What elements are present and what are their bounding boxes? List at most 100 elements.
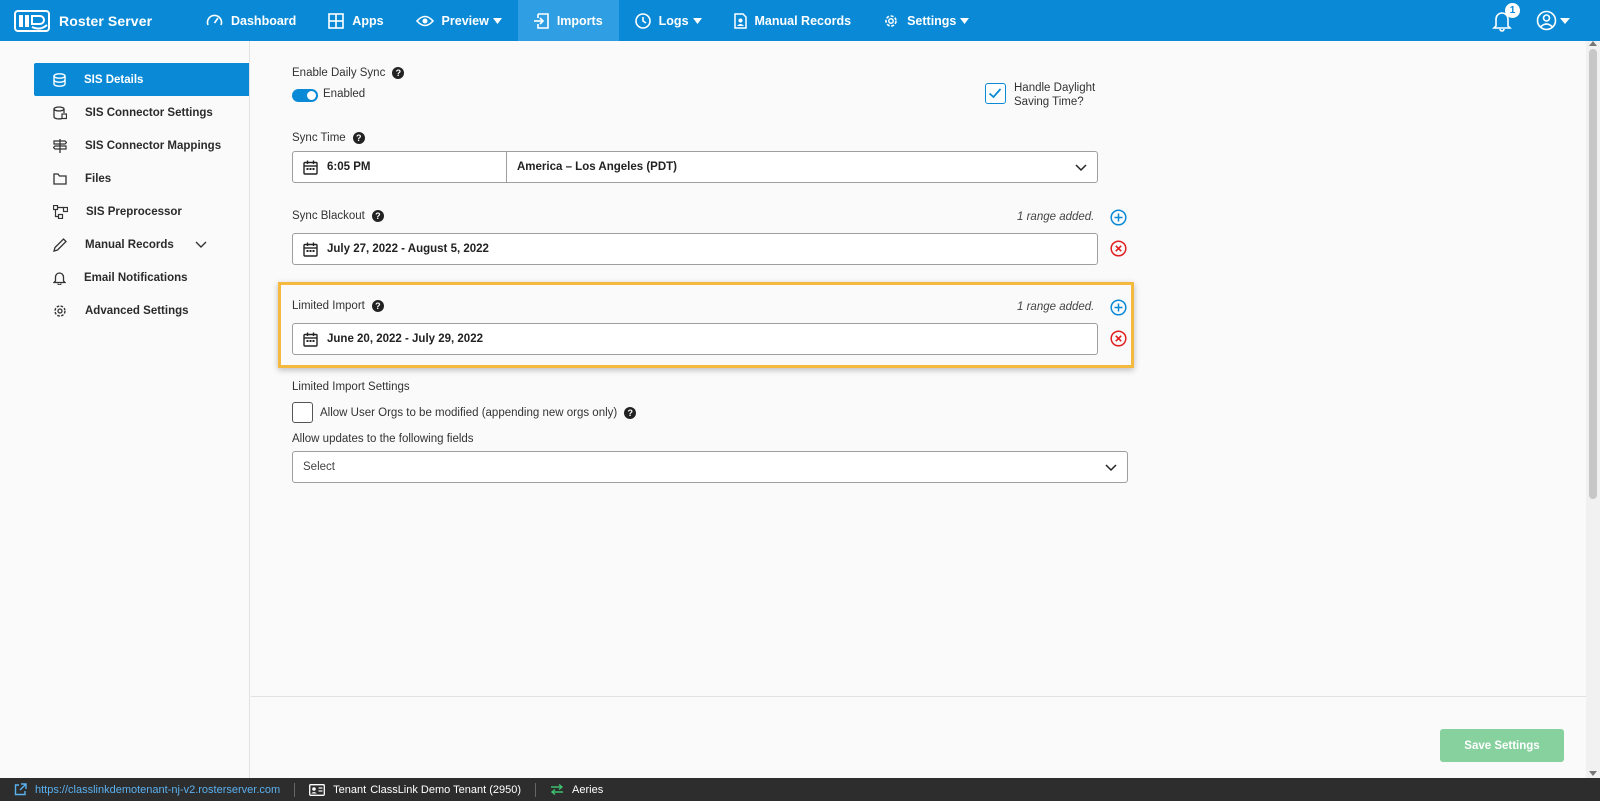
bell-icon: [53, 271, 66, 285]
save-settings-button[interactable]: Save Settings: [1440, 729, 1564, 762]
help-icon[interactable]: ?: [371, 210, 384, 222]
tenant-url-text: https://classlinkdemotenant-nj-v2.roster…: [35, 783, 281, 796]
sidebar-item-label: Files: [85, 172, 112, 185]
nav-apps[interactable]: Apps: [312, 0, 399, 41]
brand[interactable]: Roster Server: [0, 0, 190, 41]
daily-sync-toggle[interactable]: [292, 89, 318, 102]
tenant-url[interactable]: https://classlinkdemotenant-nj-v2.roster…: [0, 778, 294, 801]
help-icon[interactable]: ?: [352, 132, 365, 144]
sync-blackout-range-value: July 27, 2022 - August 5, 2022: [327, 243, 489, 255]
calendar-icon: [303, 332, 318, 347]
remove-blackout-range-icon[interactable]: [1110, 240, 1127, 257]
sis-name: Aeries: [572, 783, 604, 796]
id-card-icon: [309, 783, 326, 796]
nav-imports[interactable]: Imports: [517, 0, 619, 41]
timezone-value: America – Los Angeles (PDT): [517, 161, 677, 173]
folder-icon: [53, 172, 67, 185]
sidebar-item-label: Advanced Settings: [85, 304, 189, 317]
grid-icon: [328, 12, 345, 29]
status-bar: https://classlinkdemotenant-nj-v2.roster…: [0, 778, 1600, 801]
sidebar-item-label: SIS Connector Mappings: [85, 139, 222, 152]
chevron-down-icon: [1075, 164, 1087, 172]
sync-time-input[interactable]: 6:05 PM: [292, 151, 507, 183]
daylight-saving-checkbox[interactable]: [985, 83, 1006, 104]
nav-preview-label: Preview: [441, 13, 489, 28]
signpost-icon: [53, 138, 67, 153]
sync-time-label-text: Sync Time: [292, 132, 346, 144]
gear-icon: [54, 304, 66, 317]
sync-blackout-label: Sync Blackout ?: [292, 210, 384, 222]
top-navbar: Roster Server Dashboard Apps Preview Imp…: [0, 0, 1600, 41]
limited-import-range-input[interactable]: June 20, 2022 - July 29, 2022: [292, 323, 1098, 355]
sis-info: Aeries: [536, 778, 617, 801]
allow-updates-label: Allow updates to the following fields: [292, 433, 474, 445]
sidebar-item-advanced-settings[interactable]: Advanced Settings: [34, 294, 249, 327]
nav-logs[interactable]: Logs: [619, 0, 718, 41]
nav-settings[interactable]: Settings: [867, 0, 985, 41]
notification-badge: 1: [1505, 2, 1520, 18]
nav-apps-label: Apps: [352, 13, 384, 28]
daily-sync-label: Enable Daily Sync ?: [292, 67, 405, 79]
sync-arrows-icon: [550, 784, 564, 795]
database-cog-icon: [53, 105, 67, 120]
help-icon[interactable]: ?: [624, 407, 637, 419]
nav-right: 1: [1492, 0, 1570, 41]
user-circle-icon: [1536, 10, 1557, 31]
scroll-up-arrow-icon[interactable]: [1589, 41, 1597, 46]
sidebar-item-sis-connector-settings[interactable]: SIS Connector Settings: [34, 96, 249, 129]
tenant-info: Tenant ClassLink Demo Tenant (2950): [295, 778, 535, 801]
vertical-scrollbar[interactable]: [1586, 41, 1600, 778]
sync-blackout-range-input[interactable]: July 27, 2022 - August 5, 2022: [292, 233, 1098, 265]
sidebar-item-sis-connector-mappings[interactable]: SIS Connector Mappings: [34, 129, 249, 162]
sidebar-item-label: Manual Records: [85, 238, 174, 251]
limited-import-note: 1 range added.: [1017, 301, 1095, 313]
remove-limited-import-range-icon[interactable]: [1110, 330, 1127, 347]
sidebar-item-label: SIS Details: [84, 73, 144, 86]
scroll-down-arrow-icon[interactable]: [1589, 771, 1597, 776]
nav-settings-label: Settings: [907, 13, 957, 28]
allow-updates-fields-select[interactable]: Select: [292, 451, 1128, 483]
import-icon: [533, 12, 549, 29]
roster-server-logo: [14, 9, 50, 32]
sidebar-item-sis-details[interactable]: SIS Details: [34, 63, 249, 96]
chevron-down-icon: [1105, 464, 1117, 472]
caret-down-icon: [1560, 17, 1570, 24]
nav-dashboard-label: Dashboard: [231, 13, 297, 28]
daylight-saving-line2: Saving Time?: [1014, 96, 1084, 108]
chevron-down-icon[interactable]: [195, 241, 207, 249]
timezone-select[interactable]: America – Los Angeles (PDT): [506, 151, 1098, 183]
caret-down-icon: [492, 17, 502, 24]
user-menu-button[interactable]: [1536, 10, 1570, 31]
allow-user-orgs-checkbox[interactable]: [292, 402, 313, 423]
tenant-name: ClassLink Demo Tenant (2950): [370, 783, 522, 796]
notifications-button[interactable]: 1: [1492, 2, 1520, 32]
add-blackout-range-icon[interactable]: [1110, 209, 1127, 226]
sidebar-item-files[interactable]: Files: [34, 162, 249, 195]
nav-logs-label: Logs: [658, 13, 689, 28]
nav-dashboard[interactable]: Dashboard: [190, 0, 312, 41]
file-user-icon: [733, 12, 747, 29]
help-icon[interactable]: ?: [392, 67, 405, 79]
limited-import-range-value: June 20, 2022 - July 29, 2022: [327, 333, 483, 345]
sync-time-label: Sync Time ?: [292, 132, 365, 144]
limited-import-settings-label: Limited Import Settings: [292, 381, 410, 393]
sidebar-item-label: Email Notifications: [84, 271, 188, 284]
calendar-icon: [303, 160, 318, 175]
help-icon[interactable]: ?: [371, 300, 384, 312]
sidebar: SIS Details SIS Connector Settings SIS C…: [0, 41, 250, 778]
app-name: Roster Server: [59, 12, 153, 29]
sidebar-item-manual-records[interactable]: Manual Records: [34, 228, 249, 261]
sidebar-item-label: SIS Preprocessor: [86, 205, 182, 218]
sidebar-item-email-notifications[interactable]: Email Notifications: [34, 261, 249, 294]
nav-manual-records[interactable]: Manual Records: [718, 0, 868, 41]
sidebar-item-sis-preprocessor[interactable]: SIS Preprocessor: [34, 195, 249, 228]
sync-blackout-note: 1 range added.: [1017, 211, 1095, 223]
add-limited-import-range-icon[interactable]: [1110, 299, 1127, 316]
limited-import-label-text: Limited Import: [292, 300, 365, 312]
allow-user-orgs-label-text: Allow User Orgs to be modified (appendin…: [320, 407, 618, 419]
tenant-prefix: Tenant: [333, 783, 367, 796]
nav-preview[interactable]: Preview: [400, 0, 518, 41]
calendar-icon: [303, 242, 318, 257]
eye-icon: [415, 15, 434, 26]
scrollbar-thumb[interactable]: [1589, 49, 1597, 499]
